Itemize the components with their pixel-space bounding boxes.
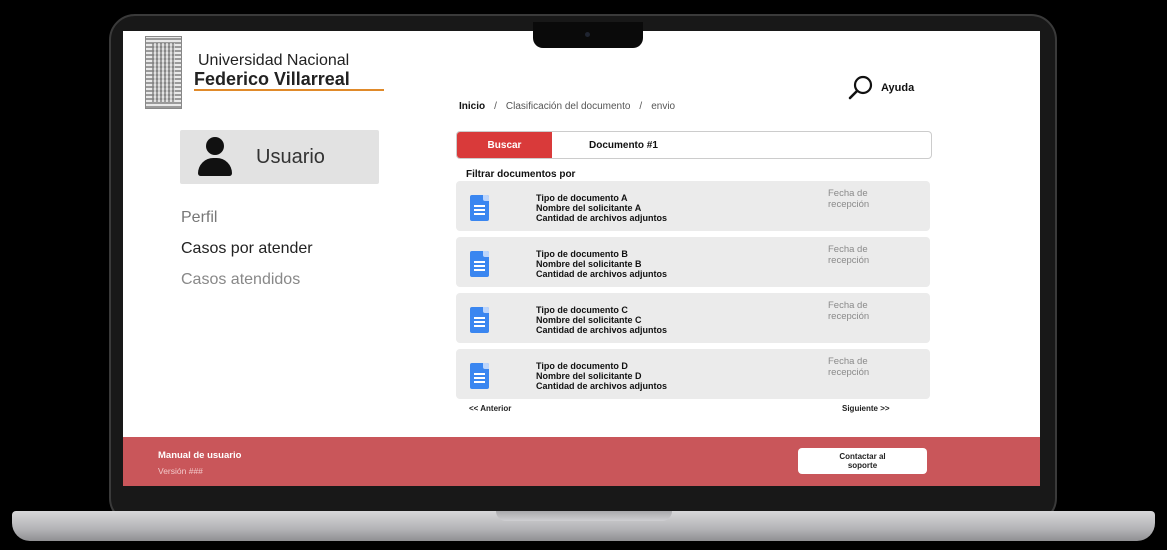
search-icon (848, 75, 873, 100)
document-date: Fecha de recepción (828, 244, 869, 266)
support-label-line2: soporte (847, 461, 878, 470)
document-attachments: Cantidad de archivos adjuntos (536, 381, 668, 391)
document-date: Fecha de recepción (828, 300, 869, 322)
version-label: Versión ### (158, 466, 203, 476)
date-label-line1: Fecha de (828, 300, 868, 311)
document-card[interactable]: Tipo de documento B Nombre del solicitan… (456, 237, 930, 287)
breadcrumb-separator: / (639, 101, 643, 112)
document-applicant: Nombre del solicitante C (536, 315, 642, 325)
document-card[interactable]: Tipo de documento A Nombre del solicitan… (456, 181, 930, 231)
help-label: Ayuda (881, 82, 915, 94)
laptop-base (12, 511, 1155, 541)
search-bar: Buscar Documento #1 (456, 131, 932, 159)
document-icon (470, 307, 489, 333)
camera-icon (585, 32, 590, 37)
document-attachments: Cantidad de archivos adjuntos (536, 213, 668, 223)
search-button[interactable]: Buscar (457, 132, 552, 158)
document-type: Tipo de documento D (536, 361, 628, 371)
sidebar-item-casos-por-atender[interactable]: Casos por atender (181, 240, 313, 258)
document-applicant: Nombre del solicitante A (536, 203, 642, 213)
university-name-line1: Universidad Nacional (198, 52, 350, 69)
laptop-groove (496, 511, 672, 521)
date-label-line2: recepción (828, 367, 870, 378)
document-type: Tipo de documento B (536, 249, 628, 259)
date-label-line1: Fecha de (828, 244, 868, 255)
breadcrumb: Inicio / Clasificación del documento / envio (459, 101, 675, 112)
document-type: Tipo de documento A (536, 193, 628, 203)
user-card[interactable]: Usuario (180, 130, 379, 184)
breadcrumb-separator: / (494, 101, 497, 112)
date-label-line2: recepción (828, 199, 870, 210)
contact-support-button[interactable]: Contactar al soporte (798, 448, 927, 474)
document-icon (470, 195, 489, 221)
university-logo (145, 36, 182, 109)
user-icon (198, 137, 232, 177)
document-applicant: Nombre del solicitante D (536, 371, 642, 381)
next-page-link[interactable]: Siguiente >> (842, 404, 890, 413)
document-info: Tipo de documento D Nombre del solicitan… (536, 361, 667, 391)
document-info: Tipo de documento C Nombre del solicitan… (536, 305, 667, 335)
document-attachments: Cantidad de archivos adjuntos (536, 325, 668, 335)
date-label-line1: Fecha de (828, 188, 868, 199)
date-label-line2: recepción (828, 255, 870, 266)
breadcrumb-envio: envio (651, 101, 676, 112)
document-icon (470, 251, 489, 277)
document-info: Tipo de documento B Nombre del solicitan… (536, 249, 667, 279)
help-button[interactable]: Ayuda (847, 75, 914, 101)
document-attachments: Cantidad de archivos adjuntos (536, 269, 668, 279)
document-type: Tipo de documento C (536, 305, 628, 315)
document-info: Tipo de documento A Nombre del solicitan… (536, 193, 667, 223)
camera-notch (533, 22, 643, 48)
search-input[interactable]: Documento #1 (589, 140, 658, 151)
user-manual-link[interactable]: Manual de usuario (158, 450, 241, 461)
footer: Manual de usuario Versión ### Contactar … (123, 437, 1040, 486)
date-label-line1: Fecha de (828, 356, 868, 367)
date-label-line2: recepción (828, 311, 870, 322)
filter-label: Filtrar documentos por (466, 169, 576, 180)
document-applicant: Nombre del solicitante B (536, 259, 642, 269)
document-date: Fecha de recepción (828, 188, 869, 210)
user-name: Usuario (256, 145, 325, 168)
previous-page-link[interactable]: << Anterior (469, 404, 511, 413)
breadcrumb-classification[interactable]: Clasificación del documento (506, 101, 631, 112)
app-screen: Universidad Nacional Federico Villarreal… (123, 31, 1040, 486)
document-date: Fecha de recepción (828, 356, 869, 378)
logo-underline (194, 89, 384, 91)
university-name-line2: Federico Villarreal (194, 69, 350, 89)
document-card[interactable]: Tipo de documento C Nombre del solicitan… (456, 293, 930, 343)
sidebar-item-casos-atendidos[interactable]: Casos atendidos (181, 271, 300, 289)
breadcrumb-home[interactable]: Inicio (459, 101, 485, 112)
sidebar-item-perfil[interactable]: Perfil (181, 209, 217, 227)
document-icon (470, 363, 489, 389)
support-label-line1: Contactar al (839, 452, 886, 461)
document-card[interactable]: Tipo de documento D Nombre del solicitan… (456, 349, 930, 399)
